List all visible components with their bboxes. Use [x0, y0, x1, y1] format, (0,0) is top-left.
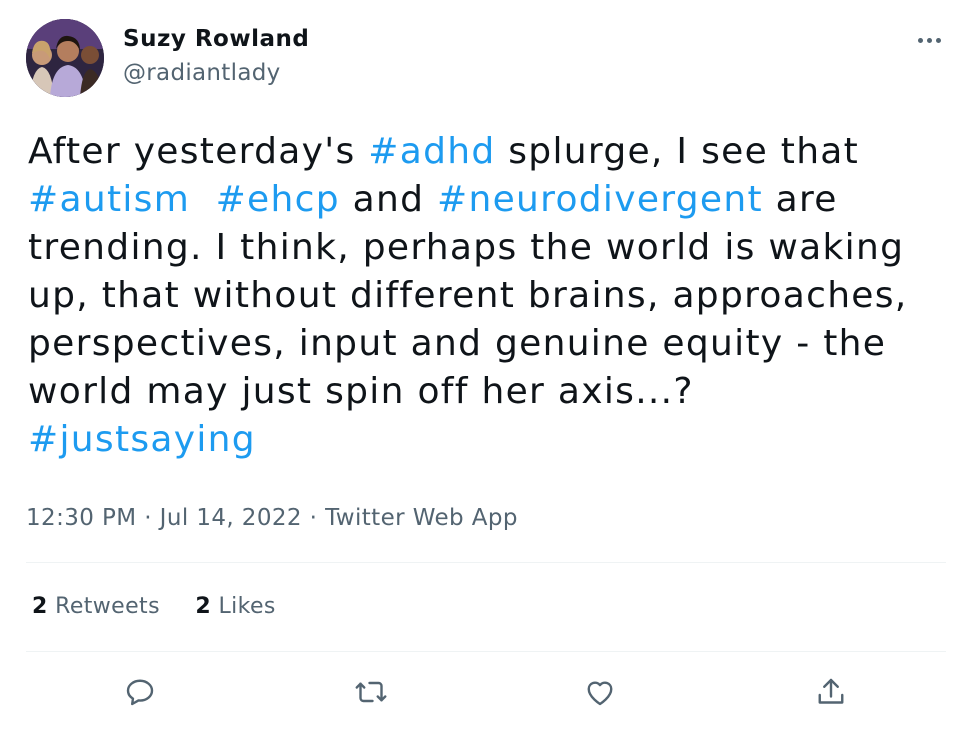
hashtag-link[interactable]: #neurodivergent	[437, 179, 763, 220]
tweet-text-segment: trending. I think, perhaps the world is …	[28, 227, 905, 268]
tweet-text-line: perspectives, input and genuine equity -…	[28, 320, 958, 368]
tweet-text-segment: are	[762, 179, 838, 220]
more-options-icon[interactable]	[912, 26, 952, 56]
avatar[interactable]	[26, 19, 104, 97]
retweets-label: Retweets	[55, 594, 160, 619]
tweet-text-line: up, that without different brains, appro…	[28, 272, 958, 320]
tweet-text-line: world may just spin off her axis...?	[28, 368, 958, 416]
likes-stat[interactable]: 2 Likes	[195, 594, 275, 619]
action-bar	[0, 670, 980, 714]
tweet-source[interactable]: Twitter Web App	[325, 505, 518, 531]
retweets-count: 2	[32, 594, 48, 619]
tweet-text-segment	[190, 179, 216, 220]
retweets-stat[interactable]: 2 Retweets	[32, 594, 160, 619]
hashtag-link[interactable]: #ehcp	[216, 179, 340, 220]
tweet-date[interactable]: Jul 14, 2022	[160, 505, 302, 531]
hashtag-link[interactable]: #adhd	[368, 131, 495, 172]
tweet-card: Suzy Rowland @radiantlady After yesterda…	[0, 0, 980, 741]
tweet-text: After yesterday's #adhd splurge, I see t…	[28, 128, 958, 464]
avatar-photo	[26, 19, 104, 97]
user-handle[interactable]: @radiantlady	[123, 60, 281, 86]
divider	[26, 562, 946, 563]
tweet-text-segment: perspectives, input and genuine equity -…	[28, 323, 887, 364]
tweet-text-line: #justsaying	[28, 416, 958, 464]
share-icon[interactable]	[813, 674, 849, 710]
tweet-text-segment: world may just spin off her axis...?	[28, 371, 694, 412]
dot	[918, 38, 923, 43]
tweet-meta: 12:30 PM · Jul 14, 2022 · Twitter Web Ap…	[26, 505, 518, 531]
display-name[interactable]: Suzy Rowland	[123, 26, 309, 52]
dot	[927, 38, 932, 43]
tweet-text-segment: up, that without different brains, appro…	[28, 275, 908, 316]
likes-label: Likes	[218, 594, 276, 619]
tweet-text-line: #autism #ehcp and #neurodivergent are	[28, 176, 958, 224]
likes-count: 2	[195, 594, 212, 619]
tweet-text-line: After yesterday's #adhd splurge, I see t…	[28, 128, 958, 176]
tweet-stats: 2 Retweets 2 Likes	[32, 594, 304, 619]
reply-icon[interactable]	[122, 674, 158, 710]
tweet-text-segment: splurge, I see that	[495, 131, 860, 172]
tweet-text-segment: After yesterday's	[28, 131, 369, 172]
separator: ·	[136, 505, 160, 531]
tweet-text-segment: and	[339, 179, 437, 220]
separator: ·	[301, 505, 326, 531]
tweet-time[interactable]: 12:30 PM	[26, 505, 137, 531]
hashtag-link[interactable]: #justsaying	[28, 419, 256, 460]
like-icon[interactable]	[582, 674, 618, 710]
retweet-icon[interactable]	[353, 674, 389, 710]
divider	[26, 651, 946, 652]
dot	[936, 38, 941, 43]
hashtag-link[interactable]: #autism	[28, 179, 190, 220]
tweet-text-line: trending. I think, perhaps the world is …	[28, 224, 958, 272]
